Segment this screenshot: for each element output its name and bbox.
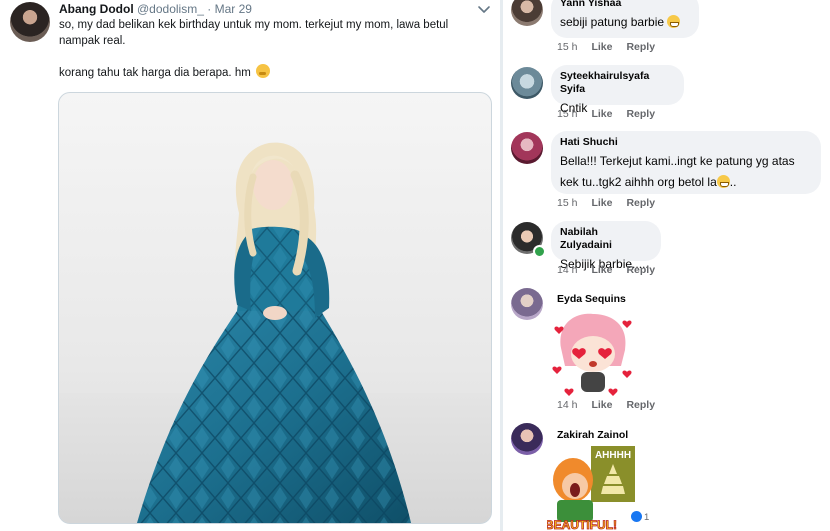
reaction-count-value: 1 [644, 512, 650, 523]
tweet-text: so, my dad belikan kek birthday untuk my… [59, 18, 479, 82]
comment-actions: 15 h Like Reply [557, 197, 669, 209]
commenter-name[interactable]: Yann Yishaa [560, 0, 689, 10]
tweet-author-name[interactable]: Abang Dodol [59, 2, 134, 16]
thinking-face-icon [256, 64, 270, 78]
comment-actions: 15 h Like Reply [557, 108, 669, 120]
sticker-text-bottom: BEAUTIFUL! [547, 518, 617, 531]
grinning-face-icon [667, 15, 681, 28]
tweet-header: Abang Dodol @dodolism_ · Mar 29 [59, 2, 252, 16]
comment-time[interactable]: 15 h [557, 108, 577, 120]
comment-text-row: sebiji patung barbie [560, 13, 689, 32]
comment-time[interactable]: 15 h [557, 41, 577, 53]
like-button[interactable]: Like [591, 399, 612, 411]
chevron-down-icon[interactable] [476, 1, 492, 17]
comment-bubble: Yann Yishaa sebiji patung barbie [551, 0, 699, 38]
comment-text-2: kek tu..tgk2 aihhh org betol la [560, 175, 717, 189]
comment-time[interactable]: 15 h [557, 197, 577, 209]
comments-panel: Yann Yishaa sebiji patung barbie 15 h Lik… [503, 0, 830, 531]
comment-time[interactable]: 14 h [557, 399, 577, 411]
tweet-text-line-2: korang tahu tak harga dia berapa. hm [59, 64, 479, 82]
online-status-dot [533, 245, 546, 258]
commenter-name[interactable]: Hati Shuchi [560, 136, 811, 149]
sticker-text-top: AHHHH [595, 450, 631, 461]
commenter-name[interactable]: Eyda Sequins [557, 293, 626, 305]
commenter-avatar[interactable] [511, 132, 543, 164]
commenter-avatar[interactable] [511, 67, 543, 99]
commenter-avatar[interactable] [511, 423, 543, 455]
commenter-avatar[interactable] [511, 0, 543, 26]
dress-cake-figure [137, 142, 411, 523]
comment-bubble: Syteekhairulsyafa Syifa Cntik [551, 65, 684, 115]
comment-bubble: Nabilah Zulyadaini Sebijik barbie..... [551, 221, 661, 271]
reply-button[interactable]: Reply [626, 41, 655, 53]
comment-text: sebiji patung barbie [560, 15, 665, 29]
tweet-author-handle[interactable]: @dodolism_ [137, 2, 204, 16]
like-button[interactable]: Like [591, 264, 612, 276]
reply-button[interactable]: Reply [626, 264, 655, 276]
tweet-text-line-2-text: korang tahu tak harga dia berapa. hm [59, 67, 251, 79]
like-button[interactable]: Like [591, 197, 612, 209]
tweet-separator: · [207, 2, 212, 16]
commenter-name[interactable]: Syteekhairulsyafa Syifa [560, 70, 674, 96]
reply-button[interactable]: Reply [626, 197, 655, 209]
tweet: Abang Dodol @dodolism_ · Mar 29 so, my d… [0, 0, 500, 531]
tweet-photo[interactable] [58, 92, 492, 524]
tweet-date[interactable]: Mar 29 [215, 2, 252, 16]
tweet-author-avatar[interactable] [10, 2, 50, 42]
comment-text-2-end: .. [729, 175, 737, 189]
reply-button[interactable]: Reply [626, 108, 655, 120]
comment-actions: 14 h Like Reply [557, 399, 669, 411]
tweet-text-line: so, my dad belikan kek birthday untuk my… [59, 19, 449, 47]
reaction-count[interactable]: 1 [631, 511, 649, 523]
screaming-elf-sticker[interactable]: AHHHH BEAUTIFUL! [547, 442, 639, 531]
comment-time[interactable]: 14 h [557, 264, 577, 276]
comment-text: Bella!!! Terkejut kami..ingt ke patung y… [560, 154, 795, 168]
comment-text-line-2: kek tu..tgk2 aihhh org betol la.. [560, 173, 811, 192]
reply-button[interactable]: Reply [626, 399, 655, 411]
like-reaction-icon [631, 511, 642, 522]
heart-eyes-girl-sticker[interactable] [551, 308, 635, 398]
comment-bubble: Hati Shuchi Bella!!! Terkejut kami..ingt… [551, 131, 821, 194]
grinning-face-icon [716, 175, 730, 188]
commenter-name[interactable]: Nabilah Zulyadaini [560, 226, 651, 252]
like-button[interactable]: Like [591, 41, 612, 53]
comment-actions: 15 h Like Reply [557, 41, 669, 53]
commenter-name[interactable]: Zakirah Zainol [557, 429, 628, 441]
comment-actions: 14 h Like Reply [557, 264, 669, 276]
commenter-avatar[interactable] [511, 288, 543, 320]
like-button[interactable]: Like [591, 108, 612, 120]
